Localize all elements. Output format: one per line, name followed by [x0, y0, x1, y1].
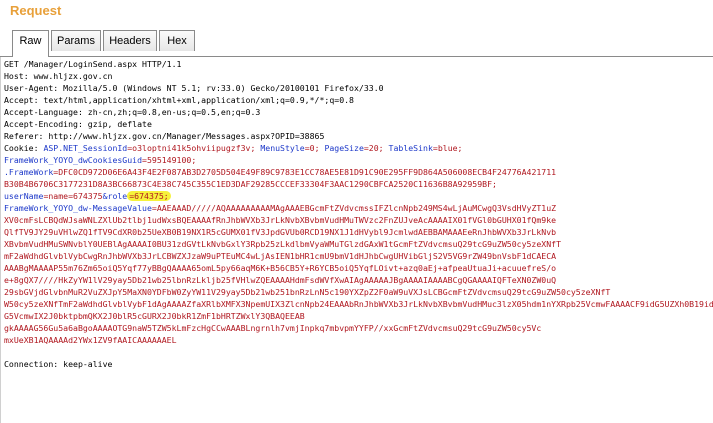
cookie-name: FrameWork_YOYO_dw-MessageValue — [4, 203, 152, 213]
tab-headers[interactable]: Headers — [103, 30, 157, 51]
tab-raw[interactable]: Raw — [12, 30, 49, 57]
request-line: GET /Manager/LoginSend.aspx HTTP/1.1 — [4, 59, 182, 69]
cookie-value: =name=674375 — [43, 191, 103, 201]
request-panel-header: Request — [0, 0, 713, 26]
cookie-param-name: &role — [102, 191, 128, 201]
cookie-line: userName=name=674375&role =674375; — [4, 190, 171, 202]
cookie-value-line: W50cy5zeXNfTmF2aWdhdGlvblVybF1dAgAAAAZfa… — [4, 299, 713, 309]
tab-params[interactable]: Params — [51, 30, 101, 51]
view-tab-bar: Raw Params Headers Hex — [0, 26, 713, 57]
cookie-value-line: XV0cmFsLCBQdWJsaWNLZXlUb2tlbj1udWxsBQEAA… — [4, 215, 557, 225]
cookie-line: B30B4B6706C3177231D8A3BC66873C4E38C745C3… — [4, 178, 497, 190]
cookie-value: =AAEAAAD/////AQAAAAAAAAAMAgAAAEBGcmFtZVd… — [151, 203, 557, 213]
cookie-value-line: e+8gQX7////HkZyYW1lV29yay5Db21wb25lbnRzL… — [4, 275, 557, 285]
cookie-header: Cookie: ASP.NET_SessionId=o3loptni41k5oh… — [4, 142, 462, 154]
cookie-name: FrameWork_YOYO_dwCookiesGuid — [4, 155, 143, 165]
cookie-value: =blue; — [432, 143, 463, 153]
cookie-line: .FrameWork=DFC0CD972D06E6A43F4E2F087AB3D… — [4, 166, 556, 178]
cookie-value-line: QlfTV9JY29uVHlwZQ1fTV9CdXR0b25UeXB0B19NX… — [4, 227, 557, 237]
cookie-value: =DFC0CD972D06E6A43F4E2F087AB3D2705D504E4… — [53, 167, 557, 177]
cookie-value-line: gkAAAAG56Gu5a6aBgoAAAAOTG9naW5TZW5kLmFzc… — [4, 323, 542, 333]
cookie-value-line: mxUeXB1AQAAAAd2YWx1ZV9fAAICAAAAAAEL — [4, 335, 177, 345]
cookie-name: .FrameWork — [4, 167, 54, 177]
raw-request-text-area[interactable]: GET /Manager/LoginSend.aspx HTTP/1.1 Hos… — [0, 57, 713, 423]
cookie-value: B30B4B6706C3177231D8A3BC66873C4E38C745C3… — [4, 179, 497, 189]
cookie-value: =o3loptni41k5ohviipugzf3v; — [127, 143, 261, 153]
cookie-value: =595149100; — [142, 155, 197, 165]
accept-header: Accept: text/html,application/xhtml+xml,… — [4, 95, 354, 105]
host-header: Host: www.hljzx.gov.cn — [4, 71, 113, 81]
cookie-name: ASP.NET_SessionId — [43, 143, 128, 153]
cookie-value: =20; — [363, 143, 389, 153]
cookie-value-line: 29sbGVjdGlvbnMuR2VuZXJpY5MaXN0YDFbW0ZyYW… — [4, 287, 611, 297]
cookie-value-line: G5VcmwIX2J0bktpbmQKX2J0blR5cGURX2J0bkR1Z… — [4, 311, 305, 321]
cookie-name: MenuStyle — [260, 143, 305, 153]
cookie-label: Cookie: — [4, 143, 44, 153]
connection-header: Connection: keep-alive — [4, 359, 113, 369]
tab-hex[interactable]: Hex — [159, 30, 195, 51]
cookie-name: PageSize — [324, 143, 364, 153]
cookie-line: FrameWork_YOYO_dwCookiesGuid=595149100; — [4, 154, 196, 166]
cookie-name: TableSink — [388, 143, 433, 153]
user-agent-header: User-Agent: Mozilla/5.0 (Windows NT 5.1;… — [4, 83, 384, 93]
cookie-name: userName — [4, 191, 44, 201]
cookie-value-line: mF2aWdhdGlvblVybCwgRnJhbWVXb3JrLCBWZXJza… — [4, 251, 557, 261]
cookie-value-line: XBvbmVudHMuSWNvblY0UEBlAgAAAAI0BU31zdGVt… — [4, 239, 562, 249]
accept-language-header: Accept-Language: zh-cn,zh;q=0.8,en-us;q=… — [4, 107, 261, 117]
cookie-value: =0; — [304, 143, 325, 153]
referer-header: Referer: http://www.hljzx.gov.cn/Manager… — [4, 131, 325, 141]
cookie-value-line: AAABgMAAAAP55m76Zm65oiQ5Yqf77yBBgQAAAA65… — [4, 263, 557, 273]
panel-title: Request — [10, 3, 62, 18]
accept-encoding-header: Accept-Encoding: gzip, deflate — [4, 119, 152, 129]
highlighted-role-value: =674375; — [127, 191, 171, 201]
cookie-line: FrameWork_YOYO_dw-MessageValue=AAEAAAD//… — [4, 202, 556, 214]
